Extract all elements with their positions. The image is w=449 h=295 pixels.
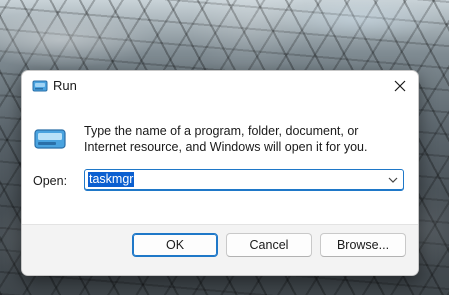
dialog-description: Type the name of a program, folder, docu… (84, 124, 368, 154)
browse-button[interactable]: Browse... (320, 233, 406, 257)
dialog-footer: OK Cancel Browse... (22, 224, 418, 275)
close-icon (394, 80, 406, 92)
close-button[interactable] (388, 74, 412, 98)
open-label-text: Open: (33, 174, 68, 188)
dialog-titlebar[interactable]: Run (22, 71, 418, 101)
chevron-down-icon[interactable] (387, 174, 399, 186)
dialog-title: Run (53, 78, 77, 93)
open-input-value[interactable]: taskmgr (88, 172, 135, 187)
run-app-icon (34, 129, 66, 149)
open-label: Open: (33, 174, 67, 188)
ok-button[interactable]: OK (132, 233, 218, 257)
run-app-icon (32, 80, 48, 92)
run-dialog: Run Type the name of a program, folder, … (21, 70, 419, 276)
dialog-content: Type the name of a program, folder, docu… (22, 101, 418, 224)
cancel-button[interactable]: Cancel (226, 233, 312, 257)
open-combobox[interactable]: taskmgr (84, 169, 404, 191)
